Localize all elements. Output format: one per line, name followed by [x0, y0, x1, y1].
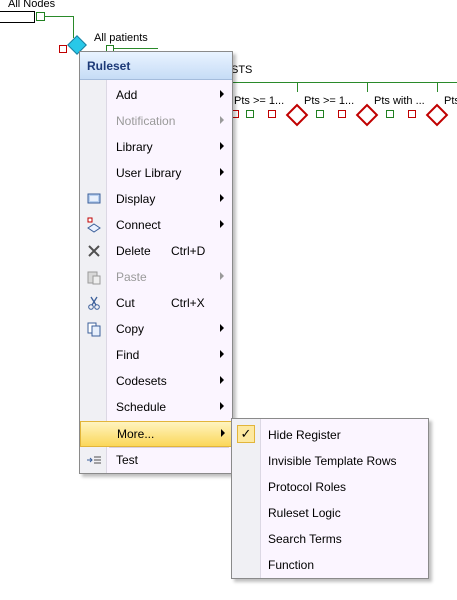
test-icon [86, 452, 102, 468]
menu-item-notification[interactable]: Notification [80, 108, 232, 134]
submenu-item-search-terms[interactable]: Search Terms [232, 525, 428, 551]
submenu-item-label: Search Terms [268, 532, 342, 546]
submenu-item-label: Invisible Template Rows [268, 454, 397, 468]
menu-item-label: Delete [116, 244, 151, 258]
submenu-arrow-icon [220, 402, 224, 410]
node-input-port[interactable] [59, 45, 67, 53]
node-output-port[interactable] [316, 110, 324, 118]
submenu-arrow-icon [221, 429, 225, 437]
submenu-arrow-icon [220, 220, 224, 228]
context-menu-title: Ruleset [87, 59, 131, 73]
menu-item-user-library[interactable]: User Library [80, 160, 232, 186]
menu-item-label: Test [116, 453, 139, 467]
menu-item-shortcut: Ctrl+D [171, 244, 206, 258]
menu-item-library[interactable]: Library [80, 134, 232, 160]
connector-line [297, 82, 298, 92]
connector-line [437, 82, 438, 92]
all-patients-label: All patients [94, 32, 148, 44]
menu-item-label: Library [116, 140, 153, 154]
connect-icon [86, 217, 102, 233]
menu-item-label: Copy [116, 322, 145, 336]
checkmark-icon: ✓ [237, 425, 255, 443]
submenu-arrow-icon [220, 324, 224, 332]
submenu-arrow-icon [220, 350, 224, 358]
submenu-arrow-icon [220, 116, 224, 124]
copy-icon [86, 321, 102, 337]
submenu-item-label: Ruleset Logic [268, 506, 341, 520]
menu-item-connect[interactable]: Connect [80, 212, 232, 238]
all-nodes-label: All Nodes [8, 0, 56, 10]
menu-item-delete[interactable]: Delete Ctrl+D [80, 238, 232, 264]
menu-item-label: Notification [116, 114, 176, 128]
menu-item-add[interactable]: Add [80, 82, 232, 108]
context-menu-header: Ruleset [80, 52, 232, 80]
node-output-port[interactable] [386, 110, 394, 118]
menu-item-codesets[interactable]: Codesets [80, 368, 232, 394]
node-input-port[interactable] [268, 110, 276, 118]
menu-item-label: Codesets [116, 374, 167, 388]
rule-node-label: Pts [444, 95, 457, 107]
submenu-item-label: Function [268, 558, 315, 572]
submenu-arrow-icon [220, 272, 224, 280]
connector-line [73, 16, 74, 38]
rule-node-label: Pts with ... [374, 95, 425, 107]
menu-item-schedule[interactable]: Schedule [80, 394, 232, 420]
sts-label: STS [231, 64, 253, 76]
submenu-item-function[interactable]: Function [232, 551, 428, 577]
submenu-arrow-icon [220, 142, 224, 150]
menu-item-label: Find [116, 348, 140, 362]
paste-icon [86, 269, 102, 285]
menu-item-display[interactable]: Display [80, 186, 232, 212]
all-nodes-box[interactable] [0, 11, 35, 23]
submenu-arrow-icon [220, 168, 224, 176]
scissors-icon [86, 295, 102, 311]
node-output-port[interactable] [246, 110, 254, 118]
connector-line [44, 16, 74, 17]
menu-item-label: Cut [116, 296, 135, 310]
menu-item-test[interactable]: Test [80, 447, 232, 473]
menu-item-shortcut: Ctrl+X [171, 296, 205, 310]
menu-item-cut[interactable]: Cut Ctrl+X [80, 290, 232, 316]
connector-line [231, 82, 457, 83]
connector-line [367, 82, 368, 92]
context-menu: Ruleset Add Notification Library User Li… [79, 51, 233, 474]
menu-item-find[interactable]: Find [80, 342, 232, 368]
menu-item-label: Add [116, 88, 138, 102]
submenu-arrow-icon [220, 90, 224, 98]
submenu-item-ruleset-logic[interactable]: Ruleset Logic [232, 499, 428, 525]
node-input-port[interactable] [408, 110, 416, 118]
submenu-arrow-icon [220, 194, 224, 202]
rule-node-label: Pts >= 1... [304, 95, 355, 107]
rule-node-label: Pts >= 1... [234, 95, 285, 107]
menu-item-more[interactable]: More... [80, 421, 232, 447]
menu-item-label: Connect [116, 218, 161, 232]
menu-item-label: User Library [116, 166, 182, 180]
menu-item-label: Display [116, 192, 156, 206]
more-submenu: ✓ Hide Register Invisible Template Rows … [231, 418, 429, 579]
submenu-item-label: Hide Register [268, 428, 341, 442]
menu-item-label: Paste [116, 270, 147, 284]
submenu-item-invisible-template-rows[interactable]: Invisible Template Rows [232, 447, 428, 473]
submenu-arrow-icon [220, 376, 224, 384]
submenu-item-protocol-roles[interactable]: Protocol Roles [232, 473, 428, 499]
menu-item-copy[interactable]: Copy [80, 316, 232, 342]
menu-item-paste[interactable]: Paste [80, 264, 232, 290]
node-input-port[interactable] [338, 110, 346, 118]
delete-icon [86, 243, 102, 259]
connector-line [114, 48, 158, 49]
submenu-item-hide-register[interactable]: ✓ Hide Register [232, 421, 428, 447]
menu-item-label: More... [117, 427, 155, 441]
menu-item-label: Schedule [116, 400, 167, 414]
submenu-item-label: Protocol Roles [268, 480, 347, 494]
display-icon [86, 191, 102, 207]
